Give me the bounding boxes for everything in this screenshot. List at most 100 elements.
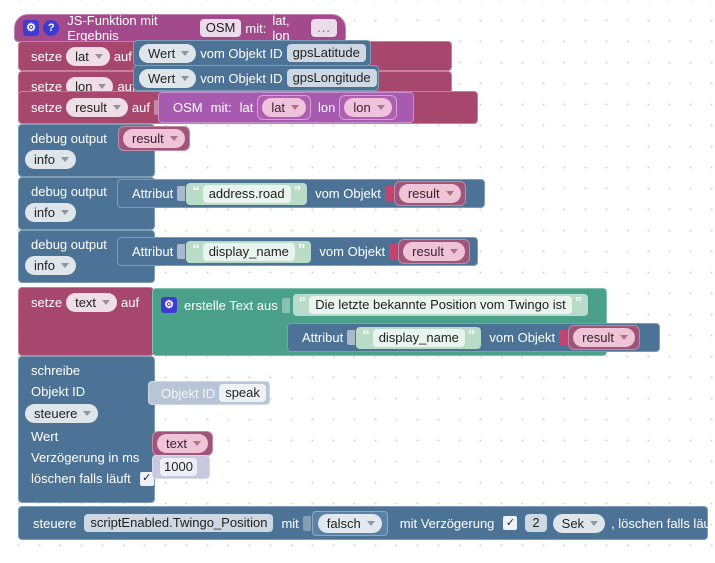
from-object-label-2: vom Objekt [315, 186, 381, 201]
function-name-field[interactable]: OSM [199, 19, 242, 37]
object-id-field-gpslongitude[interactable]: gpsLongitude [286, 69, 377, 87]
debug-severity-dropdown-3[interactable]: info [25, 256, 76, 275]
gear-icon[interactable]: ⚙ [161, 297, 177, 313]
get-attribute-block-display-name-2[interactable]: Attribut “ display_name ” vom Objekt res… [287, 323, 660, 352]
write-mode-label: steuere [34, 406, 78, 421]
control-state-block[interactable]: steuere scriptEnabled.Twingo_Position mi… [18, 506, 715, 540]
arg-value-lat-dropdown[interactable]: lat [262, 98, 307, 117]
quote-close-icon: ” [467, 326, 476, 344]
object-id-chip-value[interactable]: speak [219, 384, 266, 402]
write-delay-number-block[interactable]: 1000 [152, 455, 210, 479]
chevron-down-icon [112, 105, 121, 110]
get-state-value-gpslongitude-block[interactable]: Wert vom Objekt ID gpsLongitude [133, 65, 379, 91]
write-value-variable-block[interactable]: text [152, 431, 213, 456]
help-icon[interactable]: ? [43, 20, 60, 36]
control-value-dropdown[interactable]: falsch [317, 513, 382, 533]
attribute-object-result-block-4[interactable]: result [568, 325, 640, 350]
chevron-down-icon [98, 83, 107, 89]
function-definition-header[interactable]: ⚙ ? JS-Funktion mit Ergebnis OSM mit: la… [14, 13, 346, 43]
arg-value-lat-block[interactable]: lat [257, 95, 312, 120]
object-id-selector-block[interactable]: Objekt ID speak [148, 381, 270, 405]
attribute-string-block-display-name-2[interactable]: “ display_name ” [356, 326, 482, 349]
variable-dropdown-result[interactable]: result [66, 98, 128, 117]
debug-value-result-block-1[interactable]: result [118, 126, 190, 151]
attribute-label-3: Attribut [132, 244, 174, 259]
attribute-object-result-dropdown-2[interactable]: result [398, 184, 461, 203]
attribute-input-connector [177, 186, 186, 201]
write-value-label: Wert [31, 429, 59, 444]
create-text-string-block[interactable]: “ Die letzte bekannte Position vom Twing… [292, 294, 589, 316]
chevron-down-icon [181, 75, 190, 81]
value-selector-dropdown-lon[interactable]: Wert [139, 68, 197, 88]
variable-dropdown-text[interactable]: text [66, 293, 118, 312]
attribute-object-result-label-2: result [407, 186, 440, 201]
set-label: setze [31, 100, 63, 115]
value-selector-dropdown-lat[interactable]: Wert [139, 43, 197, 63]
blockly-workspace[interactable]: ⚙ ? JS-Funktion mit Ergebnis OSM mit: la… [0, 0, 715, 563]
set-variable-text-block[interactable]: setze text auf [18, 287, 154, 356]
attribute-string-block-display-name-1[interactable]: “ display_name ” [186, 240, 312, 263]
function-more-params-field[interactable]: ... [311, 19, 337, 37]
arg-name-lon: lon [318, 100, 336, 115]
get-attribute-block-address-road[interactable]: Attribut “ address.road ” vom Objekt res… [117, 179, 485, 208]
control-delay-amount-field[interactable]: 2 [525, 514, 547, 532]
chevron-down-icon [192, 441, 201, 446]
write-value-variable-dropdown[interactable]: text [157, 434, 208, 453]
object-input-connector [384, 186, 393, 201]
chevron-down-icon [60, 157, 69, 162]
control-value-label: falsch [326, 515, 361, 531]
get-attribute-block-display-name-1[interactable]: Attribut “ display_name ” vom Objekt res… [117, 237, 478, 266]
quote-close-icon: ” [297, 240, 306, 258]
get-state-value-gpslatitude-block[interactable]: Wert vom Objekt ID gpsLatitude [133, 40, 371, 66]
value-selector-label-lat: Wert [148, 45, 176, 61]
write-delay-number-field[interactable]: 1000 [160, 458, 197, 476]
control-delay-checkbox[interactable]: ✓ [503, 516, 518, 530]
control-value-logic-block[interactable]: falsch [311, 510, 388, 536]
chevron-down-icon [366, 520, 375, 526]
set-label: setze [31, 295, 63, 310]
chevron-down-icon [181, 50, 190, 56]
variable-dropdown-lat-label: lat [75, 48, 89, 64]
variable-dropdown-lat[interactable]: lat [66, 46, 110, 66]
debug-output-label: debug output [31, 131, 107, 146]
arg-value-lon-block[interactable]: lon [339, 95, 397, 120]
write-clear-label: löschen falls läuft [31, 471, 131, 486]
control-object-id-field[interactable]: scriptEnabled.Twingo_Position [84, 514, 274, 532]
debug-value-result-dropdown-1[interactable]: result [123, 129, 185, 148]
debug-severity-dropdown-2[interactable]: info [25, 203, 76, 222]
attribute-label-4: Attribut [302, 330, 344, 345]
variable-dropdown-text-label: text [75, 295, 97, 310]
attribute-object-result-block-2[interactable]: result [393, 181, 466, 206]
create-text-string-field[interactable]: Die letzte bekannte Position vom Twingo … [309, 296, 572, 314]
value-selector-label-lon: Wert [148, 70, 176, 86]
debug-severity-dropdown-1[interactable]: info [25, 150, 76, 169]
attribute-object-result-dropdown-4[interactable]: result [573, 328, 635, 347]
attribute-name-field-display-name-1[interactable]: display_name [202, 242, 295, 261]
write-state-block[interactable]: schreibe Objekt ID steuere Wert Verzöger… [18, 356, 155, 503]
arg-value-lon-dropdown[interactable]: lon [344, 98, 392, 117]
gear-icon[interactable]: ⚙ [23, 20, 39, 36]
attribute-name-field-display-name-2[interactable]: display_name [372, 328, 465, 347]
chevron-down-icon [102, 300, 111, 305]
quote-close-icon: ” [574, 294, 583, 311]
chevron-down-icon [169, 136, 178, 141]
create-text-label: erstelle Text aus [184, 297, 278, 313]
quote-open-icon: “ [192, 240, 200, 258]
text-item-connector-1 [281, 297, 290, 313]
quote-open-icon: “ [298, 294, 307, 311]
attribute-object-result-block-3[interactable]: result [398, 239, 470, 264]
attribute-string-block-address-road[interactable]: “ address.road ” [186, 182, 308, 205]
object-id-field-gpslatitude[interactable]: gpsLatitude [286, 44, 366, 62]
function-title-label: JS-Funktion mit Ergebnis [67, 13, 158, 43]
write-mode-dropdown[interactable]: steuere [25, 404, 99, 423]
chevron-down-icon [445, 191, 454, 196]
attribute-object-result-dropdown-3[interactable]: result [403, 242, 465, 261]
attribute-name-field-address-road[interactable]: address.road [202, 184, 291, 203]
call-function-osm-block[interactable]: OSM mit: lat lat lon lon [158, 92, 414, 123]
control-label: steuere [33, 515, 77, 531]
attribute-input-connector [347, 330, 356, 345]
from-object-id-label-lon: vom Objekt ID [200, 70, 283, 86]
control-delay-unit-dropdown[interactable]: Sek [552, 513, 606, 533]
from-object-label-3: vom Objekt [319, 244, 386, 259]
chevron-down-icon [376, 105, 385, 110]
